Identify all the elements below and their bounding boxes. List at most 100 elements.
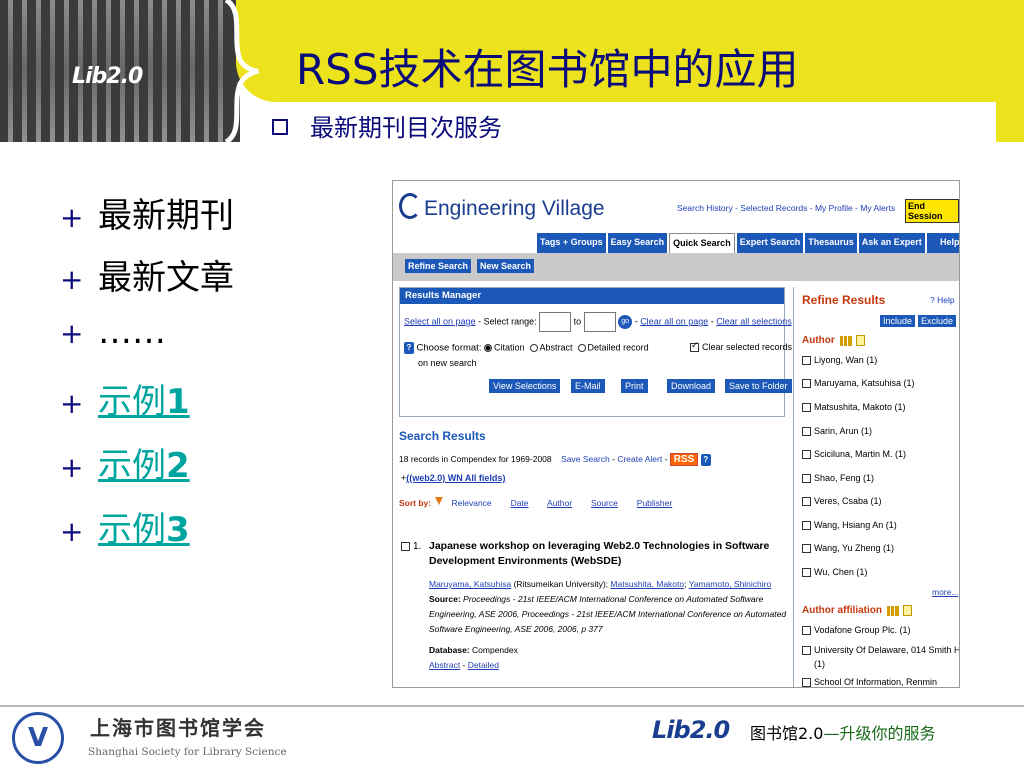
help-icon[interactable]: ?: [404, 342, 414, 354]
tab-ask-an-expert[interactable]: Ask an Expert: [858, 233, 925, 253]
bar-chart-icon[interactable]: [839, 335, 852, 346]
save-search-link[interactable]: Save Search: [561, 454, 610, 464]
download-button[interactable]: Download: [667, 379, 716, 393]
abstract-link[interactable]: Abstract: [429, 660, 460, 670]
tab-tags-groups[interactable]: Tags + Groups: [537, 233, 606, 253]
list-item: + 最新期刊: [60, 188, 234, 250]
list-item-text: ……: [98, 312, 166, 352]
affiliation-facet-count: (1): [814, 659, 825, 669]
footer-slogan: 图书馆2.0—升级你的服务: [750, 724, 936, 743]
on-new-search-label: on new search: [418, 358, 477, 368]
refine-results-title: Refine Results: [802, 293, 886, 307]
results-count-row: 18 records in Compendex for 1969-2008 Sa…: [399, 453, 711, 466]
lib20-logo: Lib2.0: [72, 64, 143, 89]
author-link[interactable]: Yamamoto, Shinichiro: [689, 579, 772, 589]
plus-bullet: +: [60, 387, 84, 420]
clear-selected-checkbox[interactable]: [690, 343, 699, 353]
email-button[interactable]: E-Mail: [571, 379, 605, 393]
document-icon[interactable]: [903, 605, 912, 616]
sort-relevance[interactable]: Relevance: [452, 498, 492, 508]
sort-author[interactable]: Author: [547, 498, 572, 508]
view-selections-button[interactable]: View Selections: [489, 379, 561, 393]
author-facet[interactable]: Wang, Hsiang An (1): [802, 520, 897, 531]
record-links: Abstract - Detailed: [429, 660, 499, 670]
include-button[interactable]: Include: [880, 315, 916, 327]
tab-easy-search[interactable]: Easy Search: [607, 233, 668, 253]
author-facet[interactable]: Wang, Yu Zheng (1): [802, 543, 894, 554]
refine-search-button[interactable]: Refine Search: [405, 259, 472, 273]
author-facet[interactable]: Wu, Chen (1): [802, 567, 867, 578]
exclude-button[interactable]: Exclude: [918, 315, 957, 327]
example-link-1[interactable]: 示例1: [98, 382, 190, 422]
select-all-link[interactable]: Select all on page: [404, 316, 476, 326]
range-to-input[interactable]: [583, 312, 616, 332]
format-row: ? Choose format: Citation Abstract Detai…: [404, 342, 649, 354]
author-facet[interactable]: Matsushita, Makoto (1): [802, 402, 906, 413]
list-item-text: 最新文章: [98, 258, 234, 298]
end-session-button[interactable]: End Session: [905, 199, 959, 223]
slide: Lib2.0 RSS技术在图书馆中的应用 最新期刊目次服务 + 最新期刊 + 最新文…: [0, 0, 1024, 768]
affiliation-heading: Author affiliation: [802, 605, 912, 616]
abstract-radio[interactable]: [529, 344, 538, 352]
clear-page-link[interactable]: Clear all on page: [640, 316, 708, 326]
plus-bullet: +: [60, 263, 84, 296]
sort-source[interactable]: Source: [591, 498, 618, 508]
go-button[interactable]: go: [618, 315, 633, 329]
sort-date[interactable]: Date: [511, 498, 529, 508]
list-item-text: 最新期刊: [98, 196, 234, 236]
author-link[interactable]: Matsushita, Makoto: [610, 579, 684, 589]
affiliation-facet[interactable]: School Of Information, Renmin: [802, 677, 937, 687]
clear-selected-row: Clear selected records: [690, 342, 792, 353]
sort-arrow-icon: [435, 497, 444, 505]
ev-tabs: Tags + Groups Easy Search Quick Search E…: [537, 233, 959, 253]
detailed-radio[interactable]: [577, 344, 586, 352]
author-facet[interactable]: Sciciluna, Martin M. (1): [802, 449, 906, 460]
author-facet[interactable]: Veres, Csaba (1): [802, 496, 882, 507]
clear-selections-link[interactable]: Clear all selections: [716, 316, 792, 326]
record-title[interactable]: Japanese workshop on leveraging Web2.0 T…: [429, 539, 789, 569]
list-item: + ……: [60, 312, 234, 374]
tab-thesaurus[interactable]: Thesaurus: [805, 233, 857, 253]
author-heading: Author: [802, 335, 865, 346]
more-link[interactable]: more...: [932, 587, 958, 597]
ev-top-links[interactable]: Search History - Selected Records - My P…: [677, 203, 895, 213]
ev-logo-icon: [399, 193, 421, 219]
bar-chart-icon[interactable]: [887, 605, 899, 616]
plus-bullet: +: [60, 317, 84, 350]
example-link-2[interactable]: 示例2: [98, 446, 190, 486]
author-facet[interactable]: Maruyama, Katsuhisa (1): [802, 378, 915, 389]
list-item: + 示例3: [60, 502, 234, 566]
print-button[interactable]: Print: [621, 379, 648, 393]
footer-divider: [0, 705, 1024, 707]
list-item: + 示例2: [60, 438, 234, 502]
tab-help[interactable]: Help: [926, 233, 959, 253]
save-to-folder-button[interactable]: Save to Folder: [725, 379, 792, 393]
header-band-edge: [996, 102, 1024, 142]
sort-publisher[interactable]: Publisher: [637, 498, 672, 508]
query-link[interactable]: ((web2.0) WN All fields): [406, 473, 505, 483]
detailed-link[interactable]: Detailed: [468, 660, 499, 670]
citation-radio[interactable]: [483, 344, 492, 352]
record-database: Database: Compendex: [429, 645, 518, 655]
list-item: + 最新文章: [60, 250, 234, 312]
affiliation-facet[interactable]: Vodafone Group Plc. (1): [802, 625, 911, 636]
results-manager: Results Manager Select all on page - Sel…: [399, 287, 792, 417]
tab-quick-search[interactable]: Quick Search: [669, 233, 735, 253]
document-icon[interactable]: [855, 335, 865, 346]
example-link-3[interactable]: 示例3: [98, 510, 190, 550]
range-from-input[interactable]: [539, 312, 572, 332]
rss-button[interactable]: RSS: [669, 453, 699, 466]
help-icon[interactable]: ?: [700, 453, 711, 466]
author-link[interactable]: Maruyama, Katsuhisa: [429, 579, 511, 589]
author-facet[interactable]: Sarin, Arun (1): [802, 426, 872, 437]
record-source: Proceedings - 21st IEEE/ACM Internationa…: [429, 594, 787, 634]
record-checkbox[interactable]: [401, 541, 410, 551]
new-search-button[interactable]: New Search: [477, 259, 535, 273]
society-seal-icon: [12, 712, 64, 764]
tab-expert-search[interactable]: Expert Search: [736, 233, 804, 253]
author-facet[interactable]: Liyong, Wan (1): [802, 355, 877, 366]
refine-help-link[interactable]: ? Help: [930, 295, 955, 305]
create-alert-link[interactable]: Create Alert: [617, 454, 662, 464]
author-facet[interactable]: Shao, Feng (1): [802, 473, 874, 484]
affiliation-facet[interactable]: University Of Delaware, 014 Smith Hall: [802, 645, 959, 656]
